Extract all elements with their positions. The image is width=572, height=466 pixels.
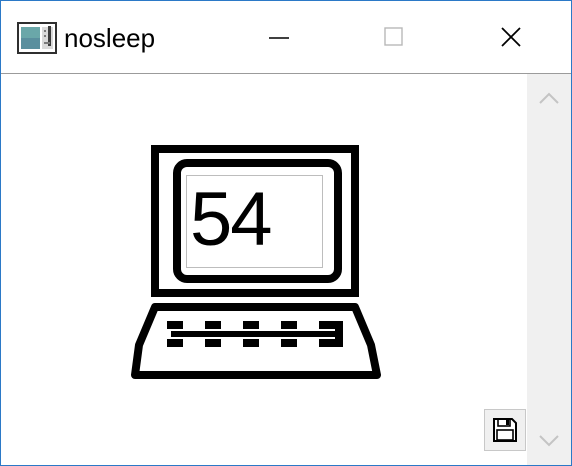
value-display: 54 [186, 175, 323, 268]
vertical-scrollbar[interactable] [527, 74, 571, 465]
maximize-icon [384, 27, 403, 46]
chevron-down-icon [539, 435, 559, 447]
timer-value: 54 [190, 177, 273, 262]
minimize-icon [269, 37, 289, 39]
maximize-button[interactable] [374, 17, 414, 57]
floppy-disk-icon [493, 418, 517, 442]
app-icon [17, 22, 57, 54]
chevron-up-icon [539, 92, 559, 104]
close-button[interactable] [491, 17, 531, 57]
app-window: nosleep 54 [0, 0, 572, 466]
scroll-down-button[interactable] [527, 423, 571, 459]
save-button[interactable] [484, 409, 526, 451]
laptop-graphic: 54 [127, 145, 383, 383]
scroll-up-button[interactable] [527, 80, 571, 116]
title-bar[interactable]: nosleep [1, 1, 571, 74]
close-icon [501, 27, 521, 47]
minimize-button[interactable] [259, 17, 299, 57]
window-title: nosleep [64, 23, 156, 53]
main-content: 54 [1, 74, 527, 465]
